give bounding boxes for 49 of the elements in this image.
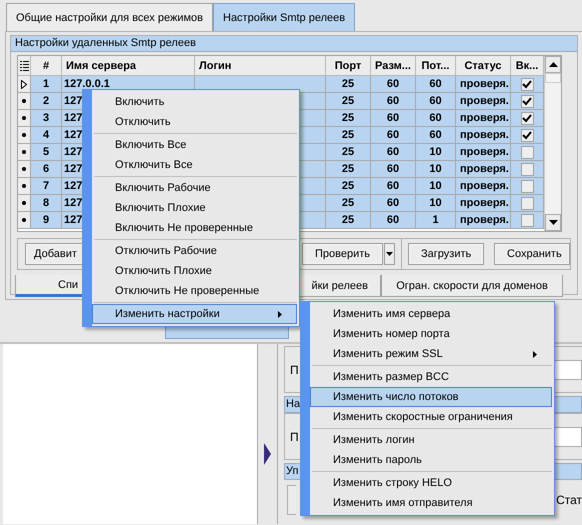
table-cell: 60 bbox=[371, 127, 416, 144]
table-cell: проверя. bbox=[456, 212, 511, 229]
table-cell: проверя. bbox=[456, 93, 511, 110]
table-cell: 1 bbox=[416, 212, 456, 229]
table-cell: 4 bbox=[31, 127, 62, 144]
table-cell: 60 bbox=[371, 93, 416, 110]
table-cell: проверя. bbox=[456, 178, 511, 195]
button-label: Стат bbox=[556, 493, 582, 507]
table-cell: 60 bbox=[416, 110, 456, 127]
table-cell: 60 bbox=[371, 110, 416, 127]
table-cell: 25 bbox=[326, 110, 371, 127]
table-cell: 60 bbox=[416, 76, 456, 93]
table-cell: проверя. bbox=[456, 161, 511, 178]
table-cell: 25 bbox=[326, 161, 371, 178]
table-cell: 10 bbox=[416, 178, 456, 195]
table-cell: 3 bbox=[31, 110, 62, 127]
group-title: Настройки удаленных Smtp релеев bbox=[11, 36, 577, 52]
table-cell: 7 bbox=[31, 178, 62, 195]
table-cell: 25 bbox=[326, 195, 371, 212]
table-cell: 60 bbox=[371, 178, 416, 195]
table-cell: 25 bbox=[326, 212, 371, 229]
table-cell: 60 bbox=[371, 161, 416, 178]
table-cell: 1 bbox=[31, 76, 62, 93]
table-cell: 10 bbox=[416, 161, 456, 178]
table-cell: проверя. bbox=[456, 76, 511, 93]
table-cell: 60 bbox=[416, 93, 456, 110]
table-cell: 10 bbox=[416, 195, 456, 212]
table-cell: 60 bbox=[371, 76, 416, 93]
table-cell: 10 bbox=[416, 144, 456, 161]
table-cell: проверя. bbox=[456, 195, 511, 212]
table-cell: 60 bbox=[371, 144, 416, 161]
table-cell: 25 bbox=[326, 144, 371, 161]
table-cell: 8 bbox=[31, 195, 62, 212]
table-cell: 25 bbox=[326, 178, 371, 195]
table-cell: 60 bbox=[371, 195, 416, 212]
table-cell: 25 bbox=[326, 93, 371, 110]
table-cell: 9 bbox=[31, 212, 62, 229]
table-cell: 5 bbox=[31, 144, 62, 161]
table-cell: 6 bbox=[31, 161, 62, 178]
table-cell: проверя. bbox=[456, 110, 511, 127]
table-cell: 25 bbox=[326, 127, 371, 144]
field-label: П bbox=[290, 362, 299, 376]
table-cell: проверя. bbox=[456, 144, 511, 161]
table-cell: 60 bbox=[416, 127, 456, 144]
table-cell: 60 bbox=[371, 212, 416, 229]
table-cell: проверя. bbox=[456, 127, 511, 144]
table-cell: 2 bbox=[31, 93, 62, 110]
table-cell: 25 bbox=[326, 76, 371, 93]
field-label: П bbox=[290, 430, 299, 444]
